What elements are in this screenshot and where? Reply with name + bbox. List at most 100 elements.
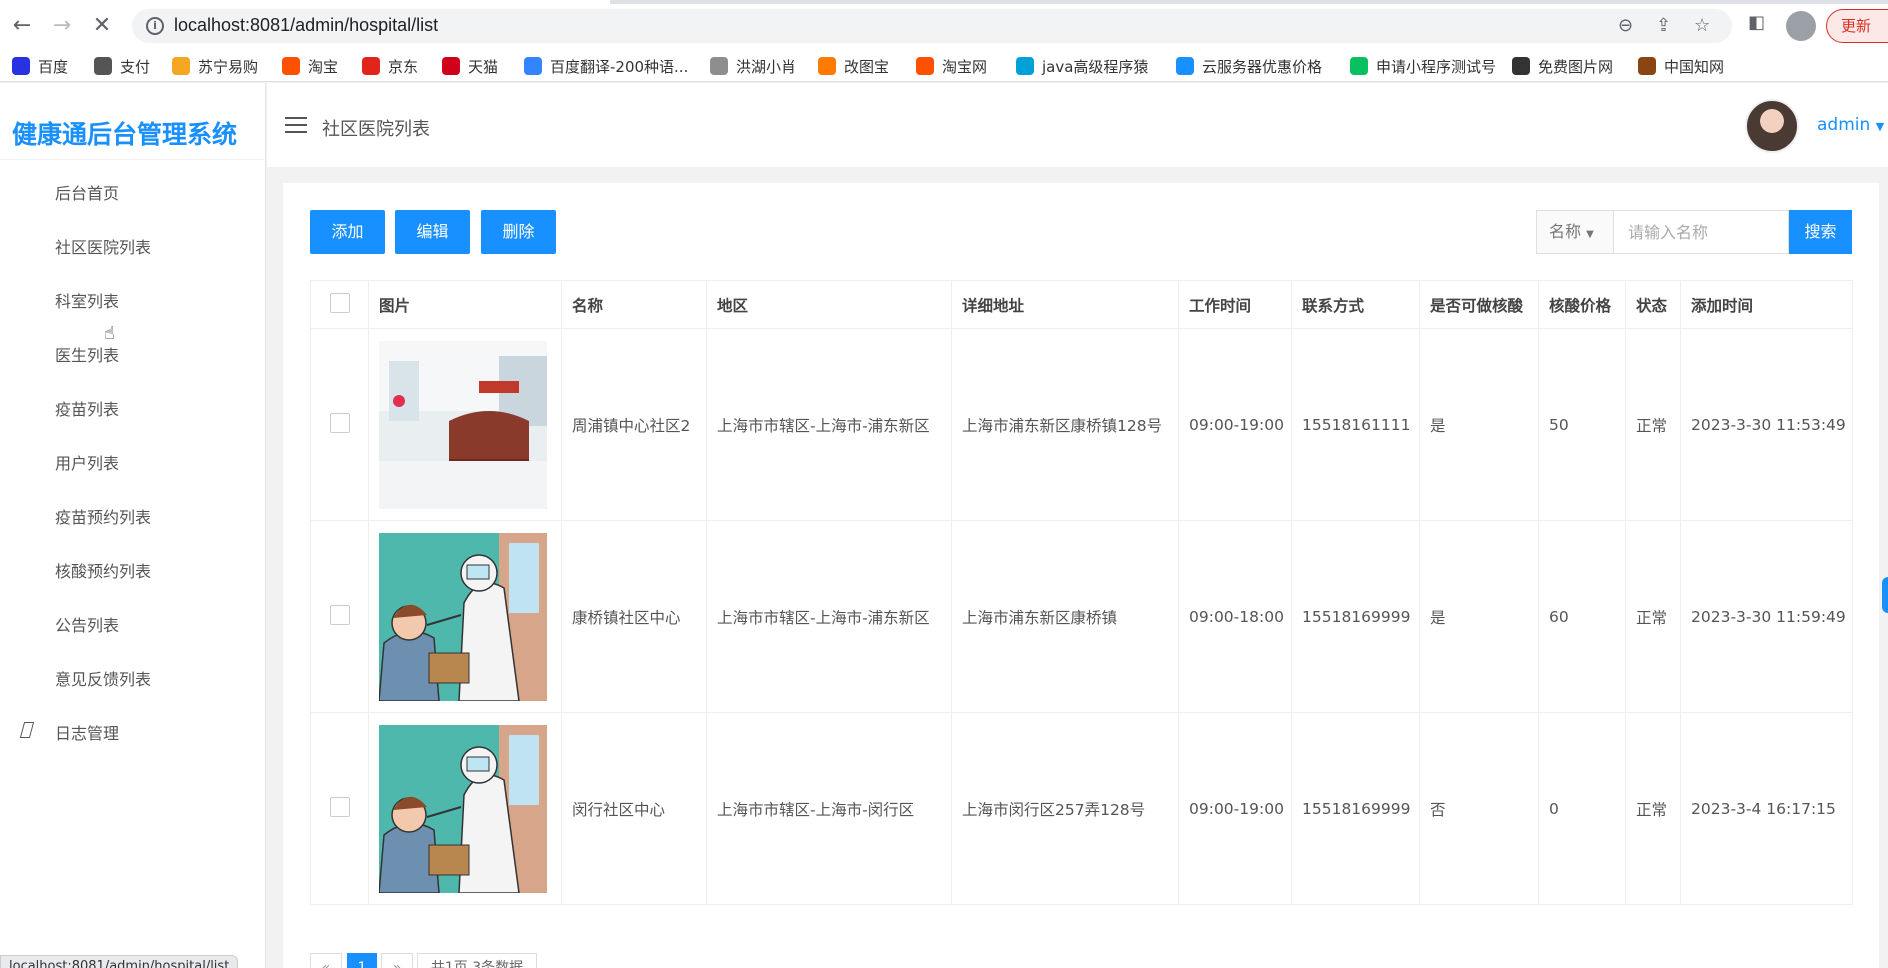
cell-nat-price: 50	[1538, 328, 1626, 521]
page-1-button[interactable]: 1	[347, 953, 377, 968]
bookmark-label: 中国知网	[1664, 58, 1725, 76]
sidebar-item-vaccine-booking-list[interactable]: 疫苗预约列表	[55, 504, 151, 528]
col-header-name: 名称	[561, 280, 707, 329]
hospital-table: 图片 名称 地区 详细地址 工作时间 联系方式 是否可做核酸 核酸价格 状态 添…	[310, 280, 1853, 905]
bookmark-favicon-icon	[172, 57, 190, 75]
bookmark-label: 苏宁易购	[198, 58, 259, 76]
bookmark-item[interactable]: 免费图片网	[1512, 56, 1613, 77]
bookmark-item[interactable]: 申请小程序测试号	[1350, 56, 1496, 77]
search-input[interactable]	[1613, 210, 1789, 254]
site-info-icon[interactable]: i	[146, 17, 164, 35]
row-checkbox[interactable]	[329, 604, 350, 625]
admin-user-menu[interactable]: admin ▼	[1817, 115, 1884, 135]
delete-button[interactable]: 删除	[481, 210, 556, 254]
bookmark-item[interactable]: 百度翻译-200种语...	[524, 56, 688, 77]
bookmark-favicon-icon	[1016, 57, 1034, 75]
bookmark-favicon-icon	[442, 57, 460, 75]
zoom-icon[interactable]: ⊖	[1618, 15, 1633, 36]
bookmark-item[interactable]: 云服务器优惠价格	[1176, 56, 1322, 77]
back-arrow-icon[interactable]: ←	[8, 12, 36, 40]
sidebar-item-log-management[interactable]: 日志管理	[55, 720, 119, 744]
bookmark-item[interactable]: 支付	[94, 56, 150, 77]
sidebar-item-nat-booking-list[interactable]: 核酸预约列表	[55, 558, 151, 582]
bookmark-item[interactable]: 京东	[362, 56, 418, 77]
bookmark-item[interactable]: 天猫	[442, 56, 498, 77]
cell-status-badge: 正常	[1625, 712, 1681, 905]
bookmark-item[interactable]: java高级程序猿	[1016, 56, 1148, 77]
col-header-nat: 是否可做核酸	[1419, 280, 1539, 329]
bookmark-item[interactable]: 淘宝网	[916, 56, 987, 77]
bookmark-favicon-icon	[1638, 57, 1656, 75]
bookmark-item[interactable]: 洪湖小肖	[710, 56, 796, 77]
search-button[interactable]: 搜索	[1789, 210, 1852, 254]
update-button[interactable]: 更新	[1826, 9, 1888, 43]
row-checkbox[interactable]	[329, 796, 350, 817]
forward-arrow-icon[interactable]: →	[48, 12, 76, 40]
profile-avatar-icon[interactable]	[1786, 11, 1816, 41]
brand-title: 健康通后台管理系统	[12, 120, 238, 149]
page-title: 社区医院列表	[322, 119, 430, 140]
sidebar-item-feedback-list[interactable]: 意见反馈列表	[55, 666, 151, 690]
prev-page-button[interactable]: «	[310, 953, 342, 968]
stop-loading-icon[interactable]: ✕	[88, 12, 116, 40]
bookmark-favicon-icon	[710, 57, 728, 75]
admin-name: admin	[1817, 115, 1871, 135]
sidebar-item-vaccine-list[interactable]: 疫苗列表	[55, 396, 119, 420]
sidebar-item-hospital-list[interactable]: 社区医院列表	[55, 234, 151, 258]
table-row[interactable]: 闵行社区中心 上海市市辖区-上海市-闵行区 上海市闵行区257弄128号 09:00-…	[310, 712, 1853, 905]
bookmark-item[interactable]: 中国知网	[1638, 56, 1724, 77]
edit-button[interactable]: 编辑	[395, 210, 470, 254]
bookmark-favicon-icon	[12, 57, 30, 75]
table-row[interactable]: 周浦镇中心社区2 上海市市辖区-上海市-浦东新区 上海市浦东新区康桥镇128号 09:…	[310, 328, 1853, 521]
bookmark-label: 淘宝	[308, 58, 339, 76]
sidebar-item-notice-list[interactable]: 公告列表	[55, 612, 119, 636]
share-icon[interactable]: ⇪	[1656, 15, 1671, 36]
bookmark-label: 洪湖小肖	[736, 58, 797, 76]
row-select-cell	[310, 712, 369, 905]
col-header-address: 详细地址	[951, 280, 1179, 329]
avatar[interactable]	[1745, 99, 1799, 153]
address-bar[interactable]: i localhost:8081/admin/hospital/list ⊖ ⇪…	[132, 9, 1732, 43]
floating-side-tab[interactable]	[1882, 577, 1888, 613]
sidebar-item-doctor-list[interactable]: 医生列表	[55, 342, 119, 366]
bookmark-item[interactable]: 淘宝	[282, 56, 338, 77]
menu-toggle-icon[interactable]	[285, 117, 307, 133]
sidebar-item-home[interactable]: 后台首页	[55, 180, 119, 204]
next-page-button[interactable]: »	[381, 953, 413, 968]
bookmark-favicon-icon	[1512, 57, 1530, 75]
cell-hospital-name: 康桥镇社区中心	[561, 520, 707, 713]
link-status-bar: localhost:8081/admin/hospital/list	[0, 955, 239, 968]
bookmark-star-icon[interactable]: ☆	[1694, 15, 1710, 36]
sidebar-item-department-list[interactable]: 科室列表	[55, 288, 119, 312]
cell-nat-available: 是	[1419, 520, 1539, 713]
bookmark-label: java高级程序猿	[1042, 58, 1149, 76]
row-checkbox[interactable]	[329, 412, 350, 433]
bookmark-label: 淘宝网	[942, 58, 988, 76]
bookmark-item[interactable]: 百度	[12, 56, 68, 77]
cell-hospital-name: 闵行社区中心	[561, 712, 707, 905]
select-all-checkbox[interactable]	[329, 292, 350, 313]
bookmark-favicon-icon	[916, 57, 934, 75]
bookmark-label: 免费图片网	[1538, 58, 1614, 76]
address-url: localhost:8081/admin/hospital/list	[174, 15, 439, 35]
cell-work-hours: 09:00-19:00	[1178, 712, 1292, 905]
nucleic-acid-test-image	[379, 532, 547, 701]
bookmark-item[interactable]: 苏宁易购	[172, 56, 258, 77]
select-all-cell	[310, 280, 369, 329]
table-row[interactable]: 康桥镇社区中心 上海市市辖区-上海市-浦东新区 上海市浦东新区康桥镇 09:00-18…	[310, 520, 1853, 713]
search-field-select[interactable]: 名称 ▼	[1536, 210, 1614, 254]
search-field-label: 名称	[1549, 222, 1582, 241]
bookmark-item[interactable]: 改图宝	[818, 56, 889, 77]
cell-status-badge: 正常	[1625, 520, 1681, 713]
sidebar-item-user-list[interactable]: 用户列表	[55, 450, 119, 474]
side-panel-icon[interactable]: ◧	[1748, 12, 1765, 33]
cell-region: 上海市市辖区-上海市-浦东新区	[706, 520, 952, 713]
col-header-price: 核酸价格	[1538, 280, 1626, 329]
bookmark-favicon-icon	[282, 57, 300, 75]
bookmark-label: 京东	[388, 58, 419, 76]
active-tab[interactable]	[0, 0, 610, 4]
bookmark-label: 百度	[38, 58, 69, 76]
col-header-added: 添加时间	[1680, 280, 1853, 329]
row-select-cell	[310, 328, 369, 521]
add-button[interactable]: 添加	[310, 210, 385, 254]
